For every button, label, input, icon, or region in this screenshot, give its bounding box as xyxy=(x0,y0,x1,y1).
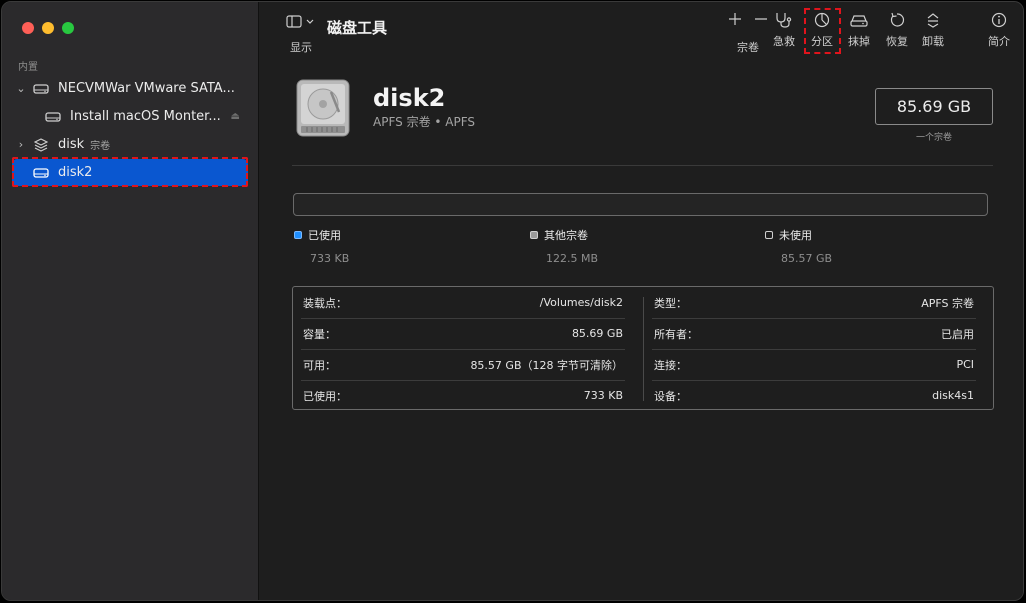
erase-drive-icon xyxy=(850,15,868,27)
info-label: 简介 xyxy=(988,35,1010,48)
info-value: 85.69 GB xyxy=(571,327,623,340)
sidebar-item-label: disk xyxy=(58,137,85,152)
sidebar-item-disk[interactable]: › disk 宗卷 xyxy=(12,131,248,158)
info-icon xyxy=(991,12,1007,28)
eject-icon[interactable]: ⏏ xyxy=(231,111,240,122)
info-value: APFS 宗卷 xyxy=(921,296,974,310)
info-value: 85.57 GB（128 字节可清除） xyxy=(470,358,623,372)
disk-subtitle: APFS 宗卷 • APFS xyxy=(373,115,476,129)
other-value: 122.5 MB xyxy=(546,252,599,265)
info-left-column: 装载点： /Volumes/disk2 容量： 85.69 GB 可用： 85.57 … xyxy=(293,287,633,409)
info-value: PCI xyxy=(956,358,974,371)
sidebar-item-label: NECVMWar VMware SATA... xyxy=(58,81,235,96)
info-row: 已使用： 733 KB xyxy=(293,380,633,411)
info-value: 已启用 xyxy=(941,327,974,341)
info-row: 类型： APFS 宗卷 xyxy=(644,287,984,318)
other-label: 其他宗卷 xyxy=(544,229,588,242)
first-aid-label: 急救 xyxy=(773,35,795,48)
disk-size-box: 85.69 GB xyxy=(875,88,993,125)
info-row: 装载点： /Volumes/disk2 xyxy=(293,287,633,318)
legend-used: 已使用 733 KB xyxy=(294,227,349,265)
sidebar: 内置 ⌄ NECVMWar VMware SATA... Install mac… xyxy=(2,2,259,600)
usage-bar xyxy=(293,193,988,216)
plus-icon xyxy=(729,13,741,25)
info-row: 容量： 85.69 GB xyxy=(293,318,633,349)
info-value: /Volumes/disk2 xyxy=(539,296,623,309)
info-table: 装载点： /Volumes/disk2 容量： 85.69 GB 可用： 85.57 … xyxy=(292,286,994,410)
restore-label: 恢复 xyxy=(886,35,908,48)
disk-utility-window: 内置 ⌄ NECVMWar VMware SATA... Install mac… xyxy=(1,1,1024,601)
restore-button[interactable]: 恢复 xyxy=(877,12,917,49)
other-swatch xyxy=(530,231,538,239)
legend-free: 未使用 85.57 GB xyxy=(765,227,832,265)
view-label: 显示 xyxy=(290,41,312,54)
sidebar-section-internal: 内置 xyxy=(18,62,38,73)
info-key: 可用： xyxy=(303,358,336,372)
info-key: 所有者： xyxy=(654,327,698,341)
main-pane: 显示 磁盘工具 宗卷 急救 分区 抹掉 恢复 卸载 简介 disk2 APFS … xyxy=(259,2,1023,600)
first-aid-button[interactable]: 急救 xyxy=(764,12,804,49)
disk-drive-icon xyxy=(295,78,351,142)
info-key: 装载点： xyxy=(303,296,347,310)
sidebar-item-label: Install macOS Monter... xyxy=(70,109,221,124)
minimize-window-button[interactable] xyxy=(42,22,54,34)
hard-drive-icon xyxy=(42,111,64,123)
info-row: 可用： 85.57 GB（128 字节可清除） xyxy=(293,349,633,380)
info-key: 连接： xyxy=(654,358,687,372)
sidebar-item-sublabel: 宗卷 xyxy=(90,141,111,152)
info-key: 设备： xyxy=(654,389,687,403)
stethoscope-icon xyxy=(776,13,792,28)
hard-drive-icon xyxy=(30,83,52,95)
info-key: 已使用： xyxy=(303,389,347,403)
zoom-window-button[interactable] xyxy=(62,22,74,34)
chevron-down-icon[interactable]: ⌄ xyxy=(12,82,30,95)
app-title: 磁盘工具 xyxy=(327,19,388,37)
free-value: 85.57 GB xyxy=(781,252,833,265)
used-swatch xyxy=(294,231,302,239)
disk-size-note: 一个宗卷 xyxy=(915,133,952,143)
unmount-label: 卸载 xyxy=(922,35,944,48)
sidebar-toggle-icon xyxy=(286,15,314,28)
close-window-button[interactable] xyxy=(22,22,34,34)
disk-name: disk2 xyxy=(373,84,446,112)
stacked-layers-icon xyxy=(30,137,52,152)
sidebar-item-vmware-disk[interactable]: ⌄ NECVMWar VMware SATA... xyxy=(12,75,248,102)
restore-arrow-icon xyxy=(890,12,905,27)
used-value: 733 KB xyxy=(310,252,350,265)
info-value: disk4s1 xyxy=(932,389,974,402)
selection-highlight xyxy=(12,157,248,187)
info-right-column: 类型： APFS 宗卷 所有者： 已启用 连接： PCI 设备： disk4s1 xyxy=(644,287,984,409)
unmount-button[interactable]: 卸载 xyxy=(913,12,953,49)
used-label: 已使用 xyxy=(308,229,341,242)
chevron-right-icon[interactable]: › xyxy=(12,138,30,151)
view-button[interactable]: 显示 xyxy=(281,14,321,55)
divider xyxy=(292,165,993,166)
disk-size: 85.69 GB xyxy=(896,97,972,116)
info-key: 类型： xyxy=(654,296,687,310)
info-row: 设备： disk4s1 xyxy=(644,380,984,411)
info-row: 所有者： 已启用 xyxy=(644,318,984,349)
sidebar-item-install-macos[interactable]: Install macOS Monter... ⏏ xyxy=(12,103,248,130)
free-label: 未使用 xyxy=(779,229,812,242)
partition-highlight xyxy=(804,8,841,54)
legend-other: 其他宗卷 122.5 MB xyxy=(530,227,598,265)
info-button[interactable]: 简介 xyxy=(979,12,1019,49)
window-controls xyxy=(22,22,74,34)
toolbar: 显示 磁盘工具 宗卷 急救 分区 抹掉 恢复 卸载 简介 xyxy=(259,2,1023,60)
erase-label: 抹掉 xyxy=(848,35,870,48)
info-key: 容量： xyxy=(303,327,336,341)
erase-button[interactable]: 抹掉 xyxy=(839,12,879,49)
info-value: 733 KB xyxy=(583,389,623,402)
info-row: 连接： PCI xyxy=(644,349,984,380)
free-swatch xyxy=(765,231,773,239)
unmount-icon xyxy=(927,13,939,28)
